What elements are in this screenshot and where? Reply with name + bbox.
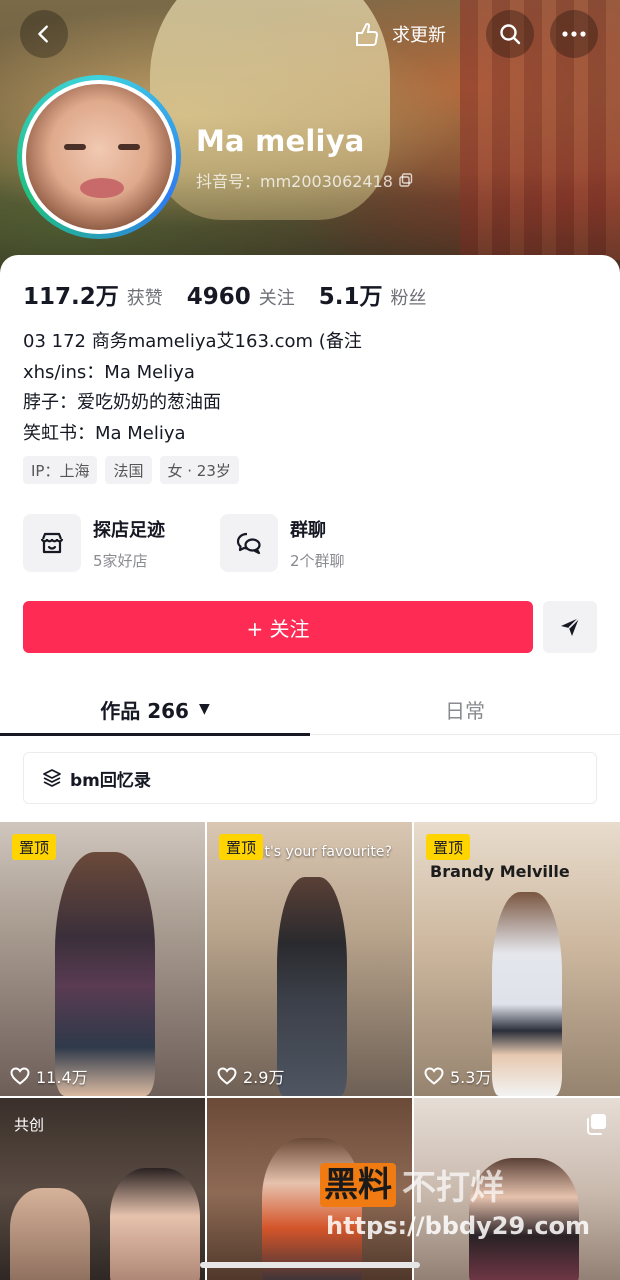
shop-visits-entry[interactable]: 探店足迹 5家好店 xyxy=(23,513,165,573)
video-thumbnail[interactable]: 共创 xyxy=(0,1098,205,1280)
profile-banner: 求更新 Ma meliya 抖音号：mm2003062418 xyxy=(0,0,620,290)
ip-location-tag: IP：上海 xyxy=(23,456,98,484)
follow-button[interactable]: + 关注 xyxy=(23,601,533,653)
douyin-id[interactable]: 抖音号：mm2003062418 xyxy=(196,168,413,192)
group-chat-title: 群聊 xyxy=(290,519,326,541)
hand-point-icon xyxy=(356,22,379,46)
profile-card: 117.2万 获赞 4960 关注 5.1万 粉丝 03 172 商务mamel… xyxy=(0,255,620,1280)
pinned-badge: 置顶 xyxy=(219,834,264,860)
group-chat-entry[interactable]: 群聊 2个群聊 xyxy=(220,513,345,573)
following-count: 4960 xyxy=(186,284,251,310)
video-thumbnail[interactable]: Brandy Melville 置顶 5.3万 xyxy=(414,822,620,1096)
request-update-button[interactable]: 求更新 xyxy=(352,18,446,50)
more-button[interactable] xyxy=(550,10,598,58)
back-button[interactable] xyxy=(20,10,68,58)
like-count: 2.9万 xyxy=(217,1064,284,1088)
content-tabs: 作品 266 ▼ 日常 xyxy=(0,683,620,736)
video-thumbnail[interactable]: hat's your favourite? 置顶 2.9万 xyxy=(207,822,412,1096)
following-label: 关注 xyxy=(258,288,295,309)
stats-row: 117.2万 获赞 4960 关注 5.1万 粉丝 xyxy=(23,277,451,311)
gender-age-tag: 女 · 23岁 xyxy=(159,456,239,484)
top-bar: 求更新 xyxy=(0,10,620,58)
likes-label: 获赞 xyxy=(126,288,163,309)
request-update-label: 求更新 xyxy=(392,25,446,46)
profile-bio: 03 172 商务mameliya艾163.com (备注 xhs/ins：Ma… xyxy=(23,327,362,449)
caret-down-icon: ▼ xyxy=(198,701,210,717)
multi-image-icon xyxy=(587,1114,606,1135)
home-indicator[interactable] xyxy=(200,1262,420,1268)
country-tag: 法国 xyxy=(105,456,152,484)
watermark-box: 黑料 xyxy=(320,1162,396,1207)
share-button[interactable] xyxy=(543,601,597,653)
douyin-id-text: 抖音号：mm2003062418 xyxy=(196,172,393,191)
heart-icon xyxy=(10,1067,30,1085)
pinned-badge: 置顶 xyxy=(12,834,57,860)
likes-stat[interactable]: 117.2万 获赞 xyxy=(23,277,163,311)
video-thumbnail[interactable]: 置顶 11.4万 xyxy=(0,822,205,1096)
watermark: 黑料 不打烊 xyxy=(320,1160,504,1209)
search-icon xyxy=(500,24,521,45)
shop-visits-title: 探店足迹 xyxy=(93,519,165,541)
watermark-text: 不打烊 xyxy=(402,1168,504,1208)
group-chat-icon xyxy=(236,532,261,555)
avatar[interactable] xyxy=(17,75,181,239)
collection-title: bm回忆录 xyxy=(70,770,151,791)
bio-line: 笑虹书：Ma Meliya xyxy=(23,422,186,444)
tab-daily[interactable]: 日常 xyxy=(310,683,620,735)
heart-icon xyxy=(424,1067,444,1085)
send-icon xyxy=(561,617,580,636)
followers-count: 5.1万 xyxy=(318,284,383,310)
bio-line: 03 172 商务mameliya艾163.com (备注 xyxy=(23,331,362,352)
shop-icon xyxy=(40,532,64,554)
shop-visits-count: 5家好店 xyxy=(93,551,148,570)
like-count: 11.4万 xyxy=(10,1064,88,1088)
co-creation-tag: 共创 xyxy=(14,1116,45,1134)
copy-icon xyxy=(399,173,413,187)
tab-works[interactable]: 作品 266 ▼ xyxy=(0,683,310,736)
search-button[interactable] xyxy=(486,10,534,58)
video-caption: Brandy Melville xyxy=(430,862,570,881)
followers-stat[interactable]: 5.1万 粉丝 xyxy=(319,277,427,311)
tab-works-label: 作品 266 xyxy=(100,698,189,723)
group-chat-count: 2个群聊 xyxy=(290,551,345,570)
video-caption: hat's your favourite? xyxy=(247,844,392,860)
like-count: 5.3万 xyxy=(424,1064,491,1088)
layers-icon xyxy=(43,769,61,787)
chevron-left-icon xyxy=(38,25,48,43)
tab-daily-label: 日常 xyxy=(445,698,485,723)
heart-icon xyxy=(217,1067,237,1085)
more-dots-icon xyxy=(562,31,586,37)
followers-label: 粉丝 xyxy=(390,288,427,309)
profile-tags: IP：上海 法国 女 · 23岁 xyxy=(23,456,239,484)
collection-entry[interactable]: bm回忆录 xyxy=(23,752,597,804)
watermark-url: https://bbdy29.com xyxy=(326,1212,591,1240)
bio-line: 脖子：爱吃奶奶的葱油面 xyxy=(23,392,221,413)
pinned-badge: 置顶 xyxy=(426,834,471,860)
bio-line: xhs/ins：Ma Meliya xyxy=(23,361,195,383)
likes-count: 117.2万 xyxy=(23,284,119,310)
profile-nickname: Ma meliya xyxy=(196,124,365,158)
avatar-photo xyxy=(22,80,176,234)
following-stat[interactable]: 4960 关注 xyxy=(187,284,295,310)
